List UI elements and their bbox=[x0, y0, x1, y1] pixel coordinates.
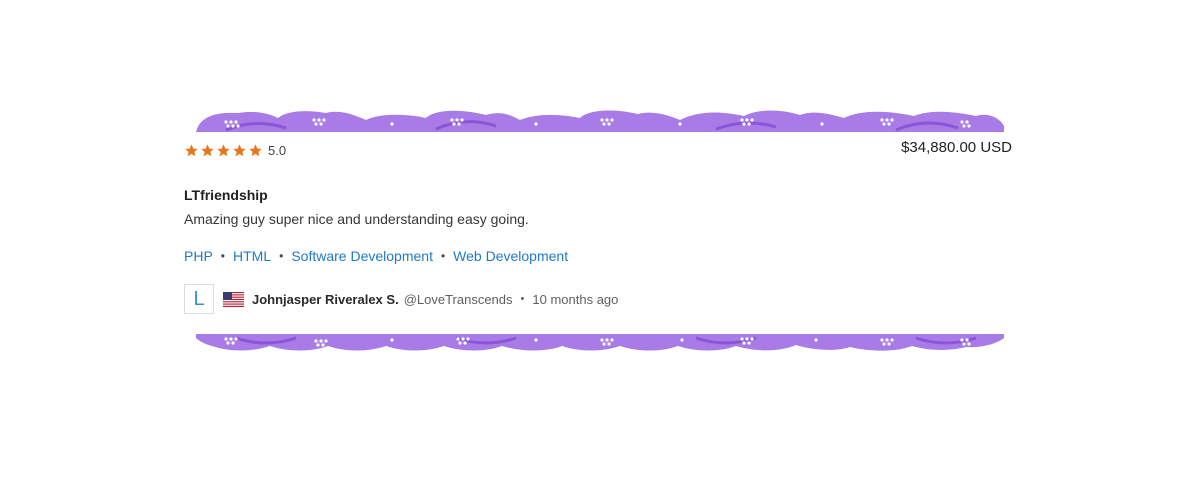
rating-value: 5.0 bbox=[268, 142, 287, 158]
decorative-lace-border-top bbox=[196, 104, 1004, 132]
review-comment: Amazing guy super nice and understanding… bbox=[184, 211, 529, 227]
reviewer-info: L Johnjasper Riveralex S. @LoveTranscend… bbox=[184, 283, 618, 315]
project-title: LTfriendship bbox=[184, 187, 268, 203]
decorative-lace-border-bottom bbox=[196, 330, 1004, 358]
skill-link-software-development[interactable]: Software Development bbox=[291, 248, 433, 264]
skill-link-php[interactable]: PHP bbox=[184, 248, 213, 264]
lace-border-graphic bbox=[196, 334, 1004, 351]
separator-dot: • bbox=[220, 249, 225, 263]
review-card: 5.0 $34,880.00 USD LTfriendship Amazing … bbox=[184, 136, 1012, 326]
reviewer-username: @LoveTranscends bbox=[403, 291, 513, 307]
reviewer-name[interactable]: Johnjasper Riveralex S. bbox=[252, 292, 399, 307]
star-icon bbox=[232, 143, 247, 158]
skill-tags: PHP • HTML • Software Development • Web … bbox=[184, 248, 568, 264]
star-icon bbox=[216, 143, 231, 158]
skill-link-html[interactable]: HTML bbox=[233, 248, 271, 264]
star-rating bbox=[184, 143, 263, 158]
separator-dot: • bbox=[520, 293, 525, 305]
us-flag-icon bbox=[223, 291, 244, 307]
star-icon bbox=[200, 143, 215, 158]
avatar[interactable]: L bbox=[184, 284, 214, 314]
separator-dot: • bbox=[440, 249, 446, 263]
skill-link-web-development[interactable]: Web Development bbox=[453, 248, 568, 264]
project-price: $34,880.00 USD bbox=[901, 139, 1012, 156]
separator-dot: • bbox=[279, 249, 284, 263]
star-icon bbox=[184, 143, 199, 158]
review-time: 10 months ago bbox=[532, 291, 619, 307]
star-icon bbox=[248, 143, 263, 158]
lace-border-graphic bbox=[196, 110, 1004, 132]
rating-row: 5.0 bbox=[184, 140, 286, 160]
